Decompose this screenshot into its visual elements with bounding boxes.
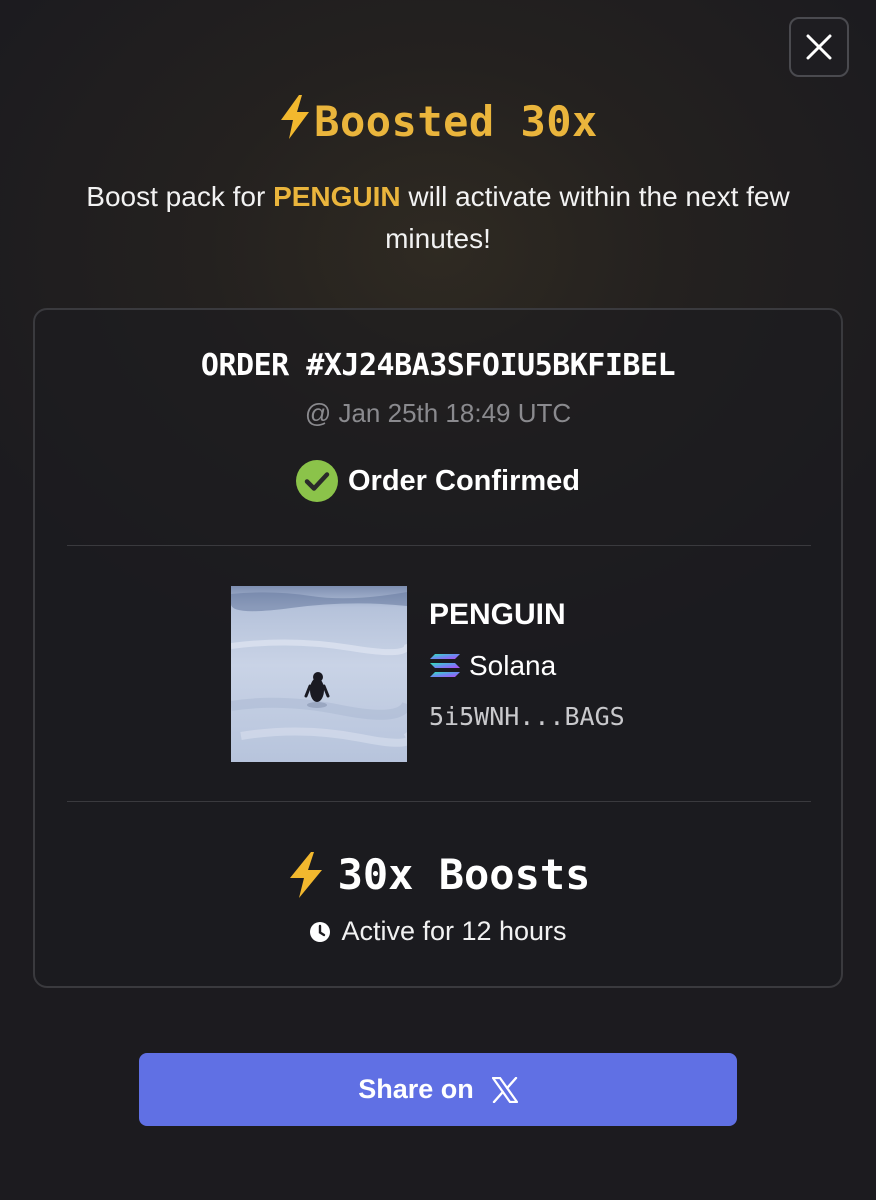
check-circle-icon xyxy=(295,460,338,502)
close-button[interactable] xyxy=(789,17,849,77)
solana-logo-icon xyxy=(430,654,460,677)
subtitle-prefix: Boost pack for xyxy=(86,181,274,212)
divider xyxy=(67,801,811,802)
order-card: ORDER #XJ24BA3SFOIU5BKFIBEL @ Jan 25th 1… xyxy=(33,308,843,988)
headline-text: Boosted 30x xyxy=(314,97,598,146)
subtitle-token-name: PENGUIN xyxy=(273,181,401,212)
order-status-label: Order Confirmed xyxy=(347,464,581,497)
order-id: ORDER #XJ24BA3SFOIU5BKFIBEL xyxy=(200,348,676,383)
boost-duration-label: Active for 12 hours xyxy=(341,916,567,946)
order-status: Order Confirmed xyxy=(35,460,841,502)
x-logo-icon xyxy=(491,1076,518,1103)
divider xyxy=(67,545,811,546)
boost-duration: Active for 12 hours xyxy=(35,916,841,947)
order-timestamp: @ Jan 25th 18:49 UTC xyxy=(304,398,572,428)
boost-confirmation-modal: Boosted 30x Boost pack for PENGUIN will … xyxy=(0,0,876,1200)
share-button-label: Share on xyxy=(358,1074,474,1104)
chain-name: Solana xyxy=(469,650,557,681)
share-on-x-button[interactable]: Share on xyxy=(139,1053,737,1126)
boost-count: 30x Boosts xyxy=(35,850,841,899)
subtitle-suffix: will activate within the next few minute… xyxy=(385,181,790,254)
close-icon xyxy=(806,34,832,60)
token-name: PENGUIN xyxy=(429,598,566,631)
token-image xyxy=(231,586,407,762)
chain-row: Solana xyxy=(429,650,625,682)
token-address[interactable]: 5i5WNH...BAGS xyxy=(429,702,625,731)
lightning-bolt-icon xyxy=(281,95,310,139)
lightning-bolt-icon xyxy=(289,851,322,898)
boost-headline: Boosted 30x xyxy=(0,94,876,146)
penguin-photo xyxy=(231,586,407,762)
boost-count-label: 30x Boosts xyxy=(337,850,591,899)
activation-message: Boost pack for PENGUIN will activate wit… xyxy=(40,176,836,260)
token-info: PENGUIN Solana 5i5WNH...BAGS xyxy=(429,598,625,731)
clock-icon xyxy=(310,921,331,942)
